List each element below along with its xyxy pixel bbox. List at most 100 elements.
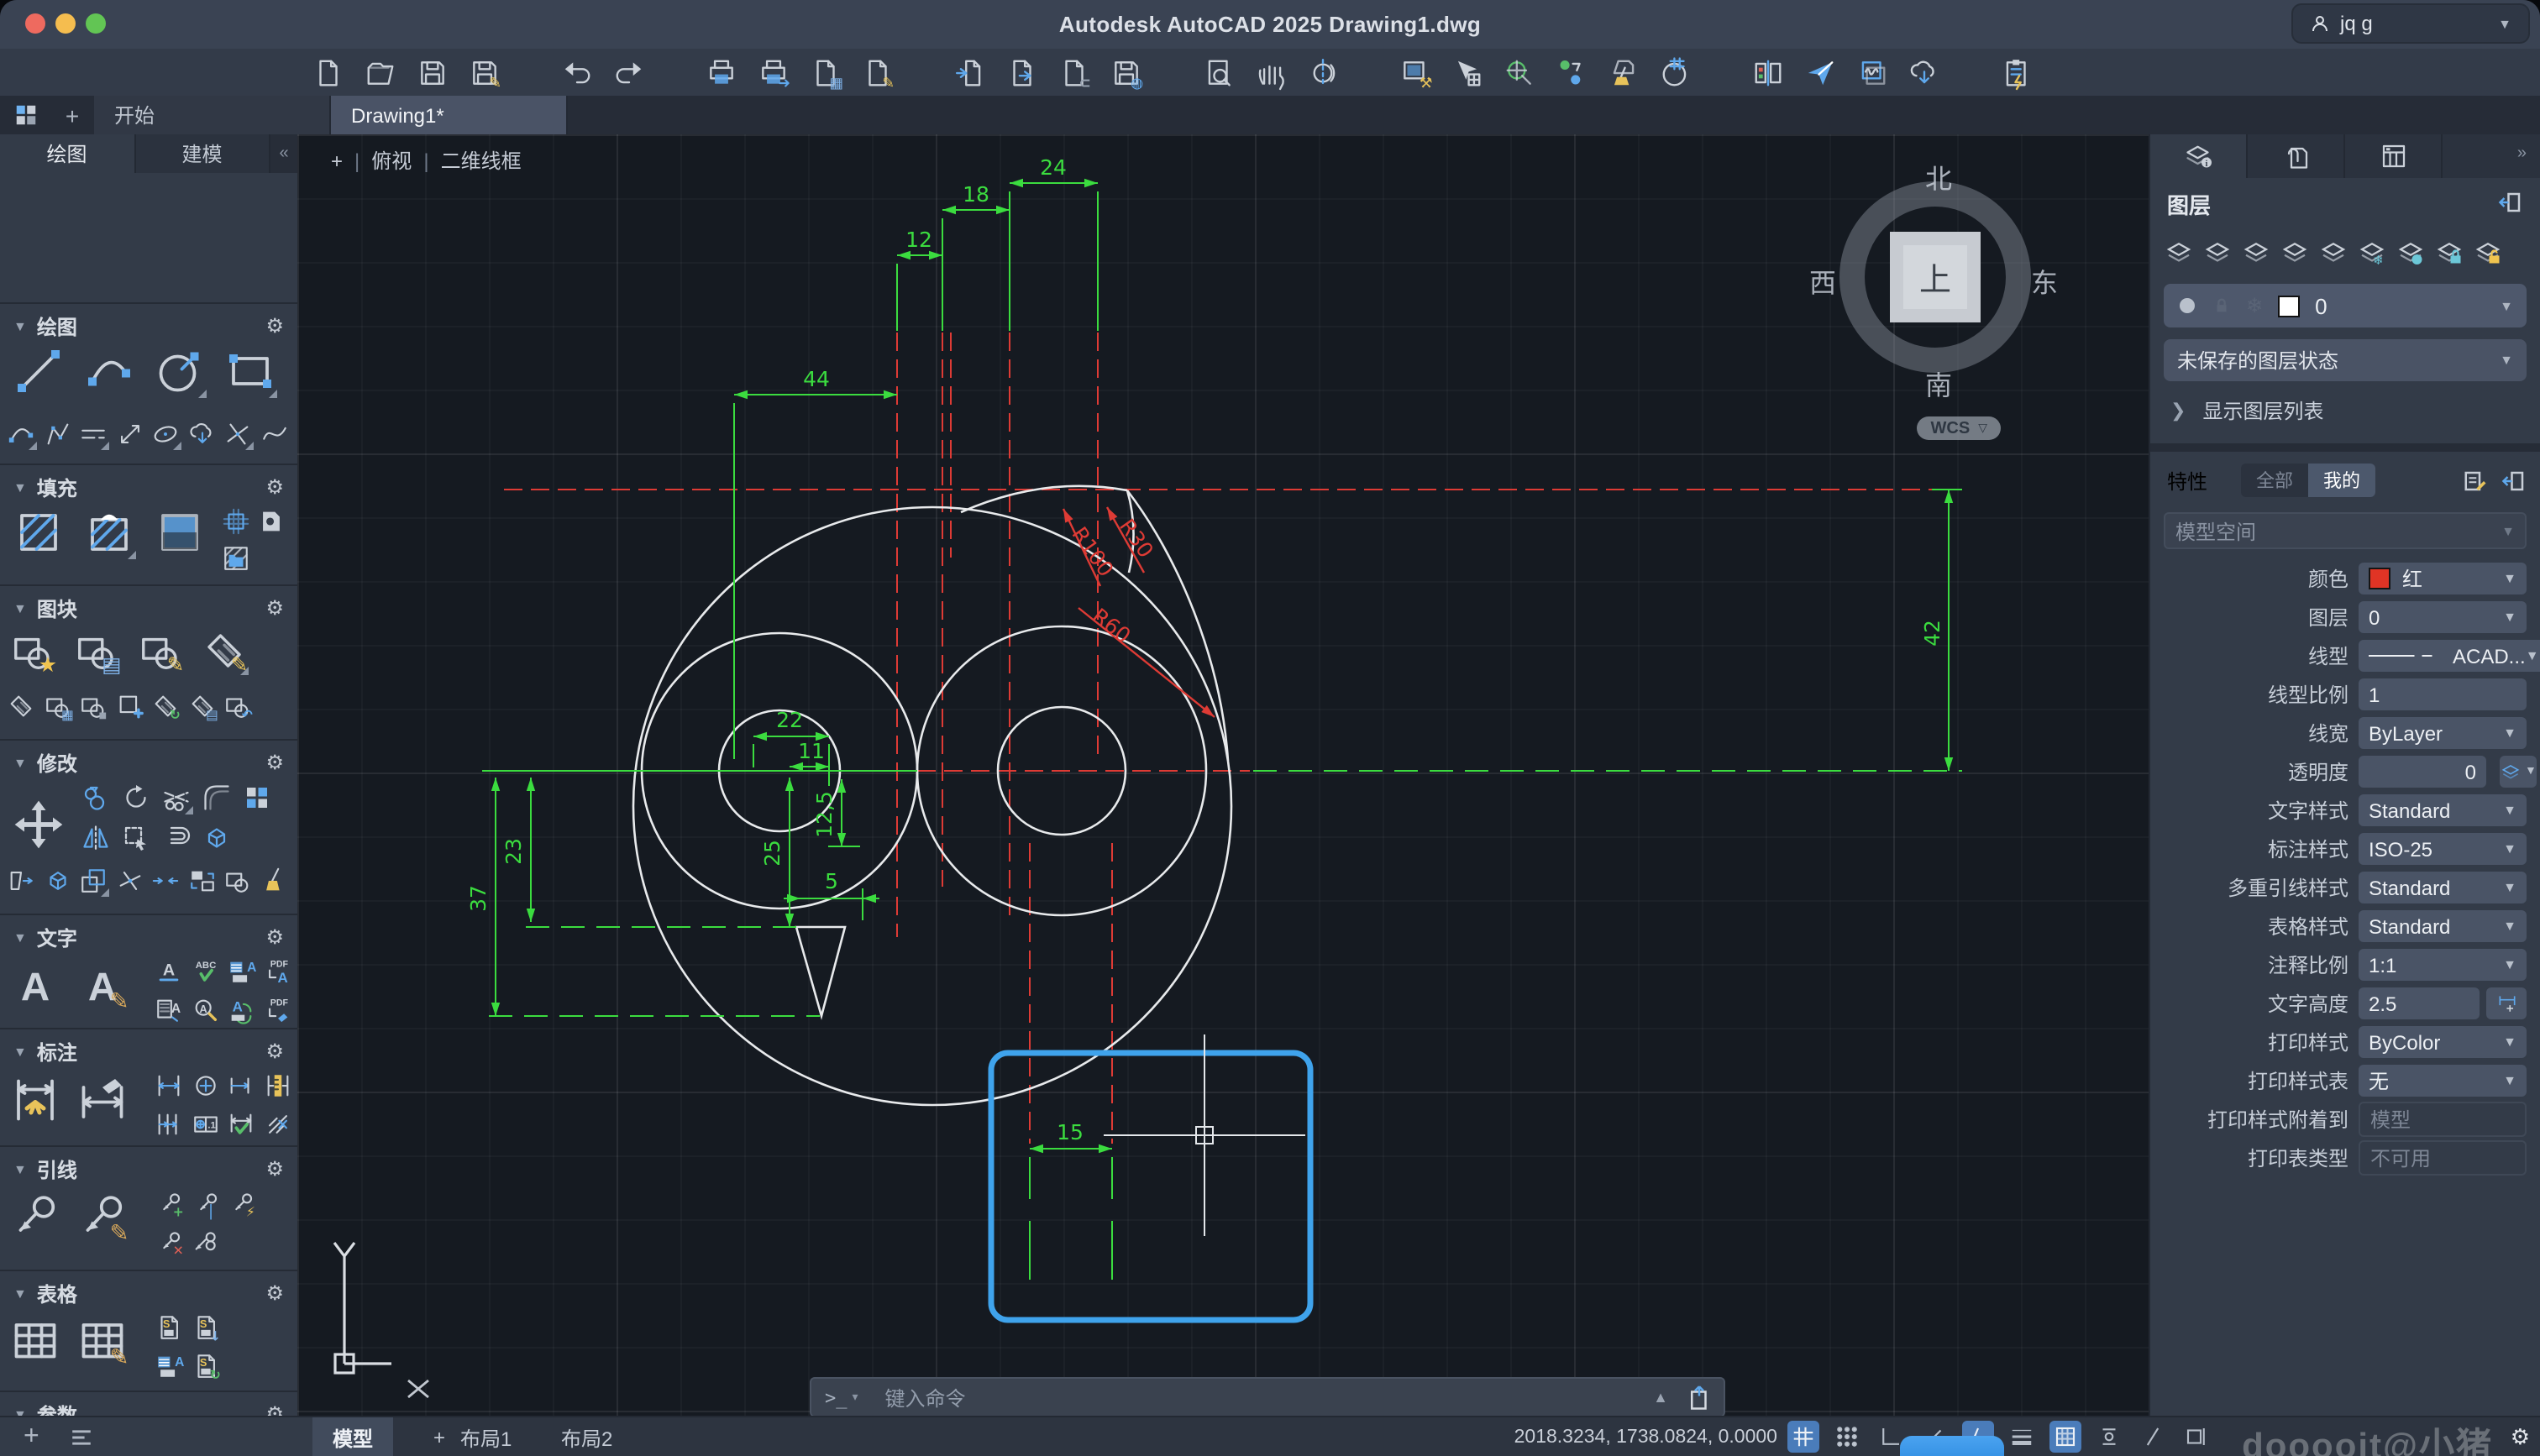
visual-style-control[interactable]: 二维线框 [441,146,522,175]
redo-icon[interactable] [611,55,647,90]
explode-icon[interactable] [202,823,232,853]
property-3-input[interactable]: 1 [2359,678,2527,710]
section-text[interactable]: ▼ 文字 ⚙ [0,924,297,951]
property-7-select[interactable]: ISO-25 ▼ [2359,833,2527,865]
drawing-canvas[interactable]: + | 俯视 | 二维线框 24 18 12 44 22 11 5 15 42 12,5 23 37 2… [297,134,2149,1416]
leader-collect-icon[interactable]: ⚡ [227,1189,255,1220]
viewcube-north[interactable]: 北 [1925,156,1952,196]
view-cube[interactable]: 北 南 西 东 上 [1809,165,2058,401]
text-update-icon[interactable]: A [227,996,255,1024]
region-icon[interactable] [257,507,286,536]
tab-layers[interactable]: i [2150,134,2248,178]
grid-toggle[interactable] [1787,1421,1819,1453]
array-icon[interactable] [242,783,272,813]
layer-new-icon[interactable] [2164,237,2194,267]
layer-selector[interactable]: ❄ 0 ▼ [2164,284,2527,327]
rectangle-icon[interactable] [225,346,277,398]
tab-sheets[interactable] [2345,134,2443,178]
command-paste-icon[interactable] [1688,1385,1710,1410]
notification-popup[interactable] [1900,1436,2004,1456]
hatch-icon[interactable] [13,507,64,558]
cloud-storage-icon[interactable] [1907,55,1942,90]
chevron-down-icon[interactable]: ▼ [2500,298,2513,313]
trim-icon[interactable] [161,783,193,814]
add-palette-icon[interactable]: + [24,1422,39,1453]
dim-check-icon[interactable] [227,1110,255,1139]
dimension-icon[interactable] [10,1075,60,1125]
command-history-button[interactable]: ▲ [1653,1389,1668,1406]
layer-next-icon[interactable] [2318,237,2348,267]
property-8-select[interactable]: Standard ▼ [2359,872,2527,903]
import-icon[interactable] [953,55,988,90]
layer-off-icon[interactable] [2396,237,2426,267]
spline-icon[interactable] [260,420,288,448]
layer-lock-icon[interactable] [2212,296,2231,316]
undo-icon[interactable] [559,55,595,90]
hatch-edit-icon[interactable] [84,507,136,559]
pick-height-button[interactable] [2486,987,2527,1019]
viewport-toggle[interactable] [2181,1421,2212,1453]
panel-overflow-button[interactable]: » [2504,134,2540,178]
single-text-icon[interactable]: A [155,957,183,986]
property-6-select[interactable]: Standard ▼ [2359,794,2527,826]
hatch-folder-icon[interactable] [222,544,250,573]
tab-drawing1[interactable]: Drawing1* [331,96,568,134]
layer-unlock-icon[interactable] [2473,237,2503,267]
drawing-compare-icon[interactable] [1750,55,1786,90]
viewcube-top-face[interactable]: 上 [1890,232,1981,322]
dim-break-icon[interactable] [263,1110,291,1139]
linetype-select[interactable]: ACAD... ▼ [2359,640,2540,672]
gear-icon[interactable]: ⚙ [265,314,284,338]
attr-manage-icon[interactable]: ▤ [187,692,218,723]
layer-on-icon[interactable] [2177,296,2197,316]
3d-align-icon[interactable] [43,867,71,895]
section-leader[interactable]: ▼ 引线 ⚙ [0,1155,297,1182]
text-style-icon[interactable]: A [227,957,256,986]
gear-icon[interactable]: ⚙ [265,925,284,949]
gear-icon[interactable]: ⚙ [265,1281,284,1305]
panel-pin-icon[interactable] [2498,189,2523,219]
layer-delete-icon[interactable] [2202,237,2233,267]
save-as-icon[interactable]: ✎ [467,55,502,91]
show-layer-list[interactable]: ❯ 显示图层列表 [2150,381,2540,440]
pdf-import-text-icon[interactable]: PDF A [263,957,291,986]
attr-sync-icon[interactable]: ↻ [151,692,181,723]
snapshot-icon[interactable] [1855,55,1890,90]
isodraft-toggle[interactable] [2137,1421,2169,1453]
scale-icon[interactable] [79,867,109,897]
table-export-icon[interactable]: S [155,1313,183,1342]
section-dimension[interactable]: ▼ 标注 ⚙ [0,1038,297,1065]
lineweight-toggle[interactable] [2006,1421,2038,1453]
count-icon[interactable] [1658,55,1693,90]
attach-icon[interactable]: ⊂ [1057,55,1092,91]
boundary-icon[interactable] [222,507,250,536]
palette-tab-draw[interactable]: 绘图 [0,134,135,173]
gear-icon[interactable]: ⚙ [265,751,284,774]
view-control[interactable]: 俯视 [371,146,412,175]
plot-style-icon[interactable]: ⚒ [1398,55,1433,91]
measure-icon[interactable] [115,420,144,448]
layer-lock-icon[interactable] [2434,237,2464,267]
leader-remove-icon[interactable]: ✕ [155,1228,184,1259]
annotation-toggle[interactable] [2093,1421,2125,1453]
tab-attach[interactable] [2248,134,2345,178]
orbit-icon[interactable] [1305,55,1341,90]
section-hatch[interactable]: ▼ 填充 ⚙ [0,474,297,500]
layer-undo-icon[interactable] [2241,237,2271,267]
write-block-icon[interactable]: ▪ [79,692,108,723]
block-replace-icon[interactable]: ↶ [223,692,253,723]
table-download-icon[interactable]: S ↓ [191,1313,220,1344]
move-icon[interactable] [10,796,67,853]
revision-cloud-icon[interactable] [187,420,216,448]
define-attribute-icon[interactable] [115,692,144,720]
customization-gear-icon[interactable]: ⚙ [2511,1424,2530,1451]
dim-ordinate-icon[interactable] [263,1071,291,1100]
property-4-select[interactable]: ByLayer ▼ [2359,717,2527,749]
line-icon[interactable] [13,346,64,396]
section-block[interactable]: ▼ 图块 ⚙ [0,594,297,621]
export-icon[interactable] [1005,55,1040,90]
viewcube-south[interactable]: 南 [1925,363,1952,403]
print-icon[interactable] [704,55,739,90]
clipboard-icon[interactable] [1999,55,2034,90]
open-file-icon[interactable] [363,55,398,90]
